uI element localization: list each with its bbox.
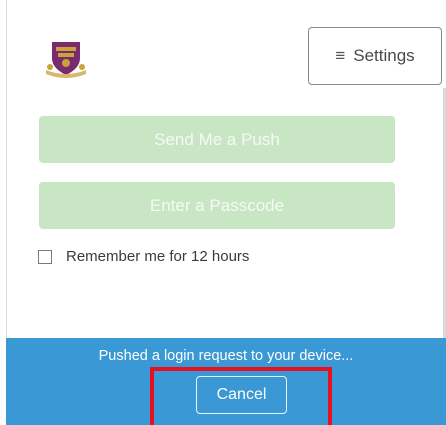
enter-passcode-button[interactable]: Enter a Passcode: [39, 182, 395, 229]
remember-me-row[interactable]: Remember me for 12 hours: [38, 248, 249, 265]
send-push-label: Send Me a Push: [154, 129, 280, 149]
settings-label: Settings: [353, 46, 415, 65]
remember-me-checkbox[interactable]: [38, 249, 52, 264]
remember-me-label[interactable]: Remember me for 12 hours: [66, 248, 249, 265]
highlight-annotation: [150, 367, 332, 425]
duo-auth-frame: ≡ Settings Send Me a Push Enter a Passco…: [0, 0, 446, 425]
hamburger-menu-icon: ≡: [335, 46, 346, 65]
university-crest-icon: [44, 40, 88, 80]
settings-button[interactable]: ≡ Settings: [308, 27, 442, 85]
send-push-button[interactable]: Send Me a Push: [39, 116, 395, 163]
status-message: Pushed a login request to your device...: [98, 348, 354, 364]
enter-passcode-label: Enter a Passcode: [149, 195, 285, 215]
